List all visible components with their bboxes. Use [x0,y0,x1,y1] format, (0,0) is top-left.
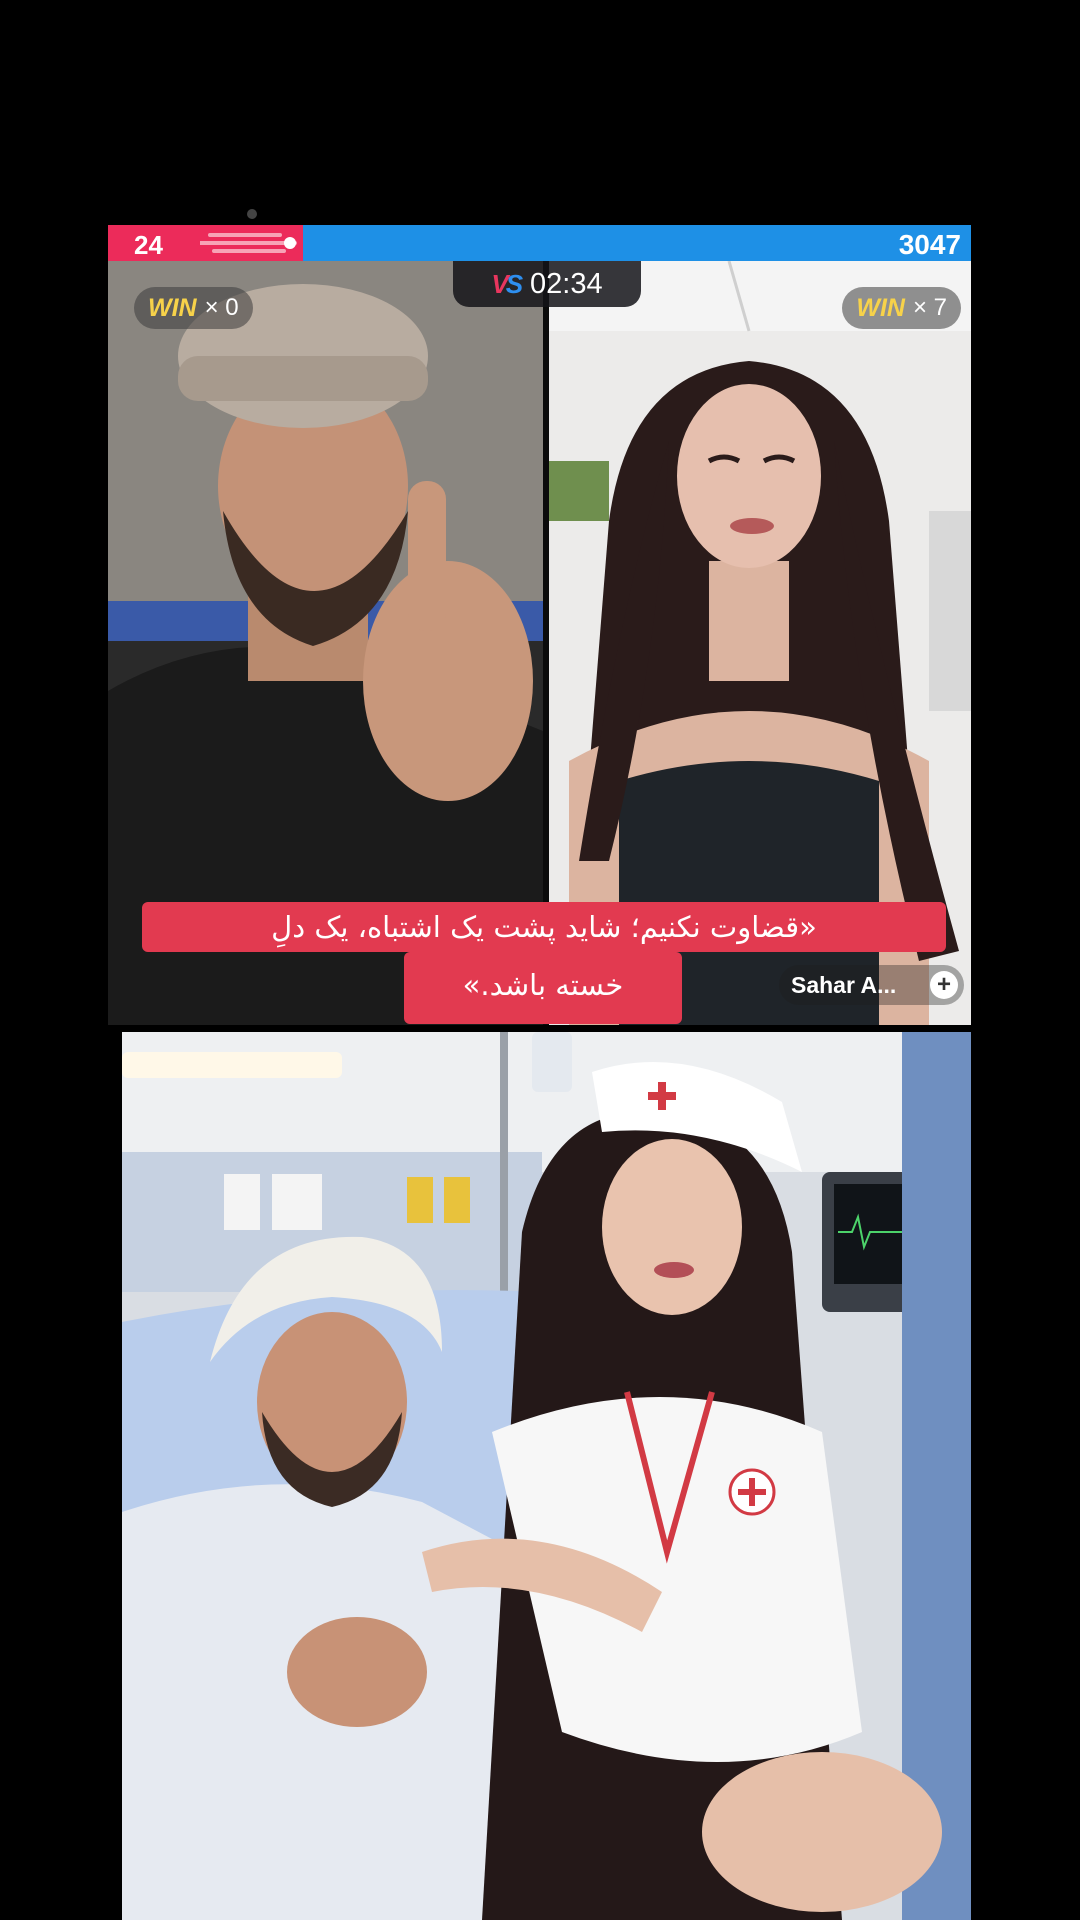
win-label: WIN [148,293,197,322]
win-count: × 7 [912,294,947,321]
camera-dot [247,209,257,219]
right-team-score: 3047 [898,229,961,260]
host-name: Sahar A... [791,971,897,998]
right-win-badge: WIN × 7 [842,287,961,329]
left-win-badge: WIN × 0 [134,287,253,329]
battle-score-bar: 24 3047 [108,225,971,261]
plus-icon[interactable]: + [930,971,958,999]
hospital-photo [122,1032,971,1920]
win-count: × 0 [204,294,239,321]
hospital-scene-image [122,1032,971,1920]
vs-icon: VS [491,268,523,299]
caption-line-1: «قضاوت نکنیم؛ شاید پشت یک اشتباه، یک دلِ [142,902,946,952]
host-name-tag[interactable]: Sahar A... + [779,965,964,1005]
caption-line-2: خسته باشد.» [404,952,682,1024]
speed-lines-icon [200,233,297,253]
battle-timer: VS 02:34 [453,261,641,307]
win-label: WIN [856,293,905,322]
left-team-score: 24 [134,230,163,260]
timer-text: 02:34 [530,267,603,300]
